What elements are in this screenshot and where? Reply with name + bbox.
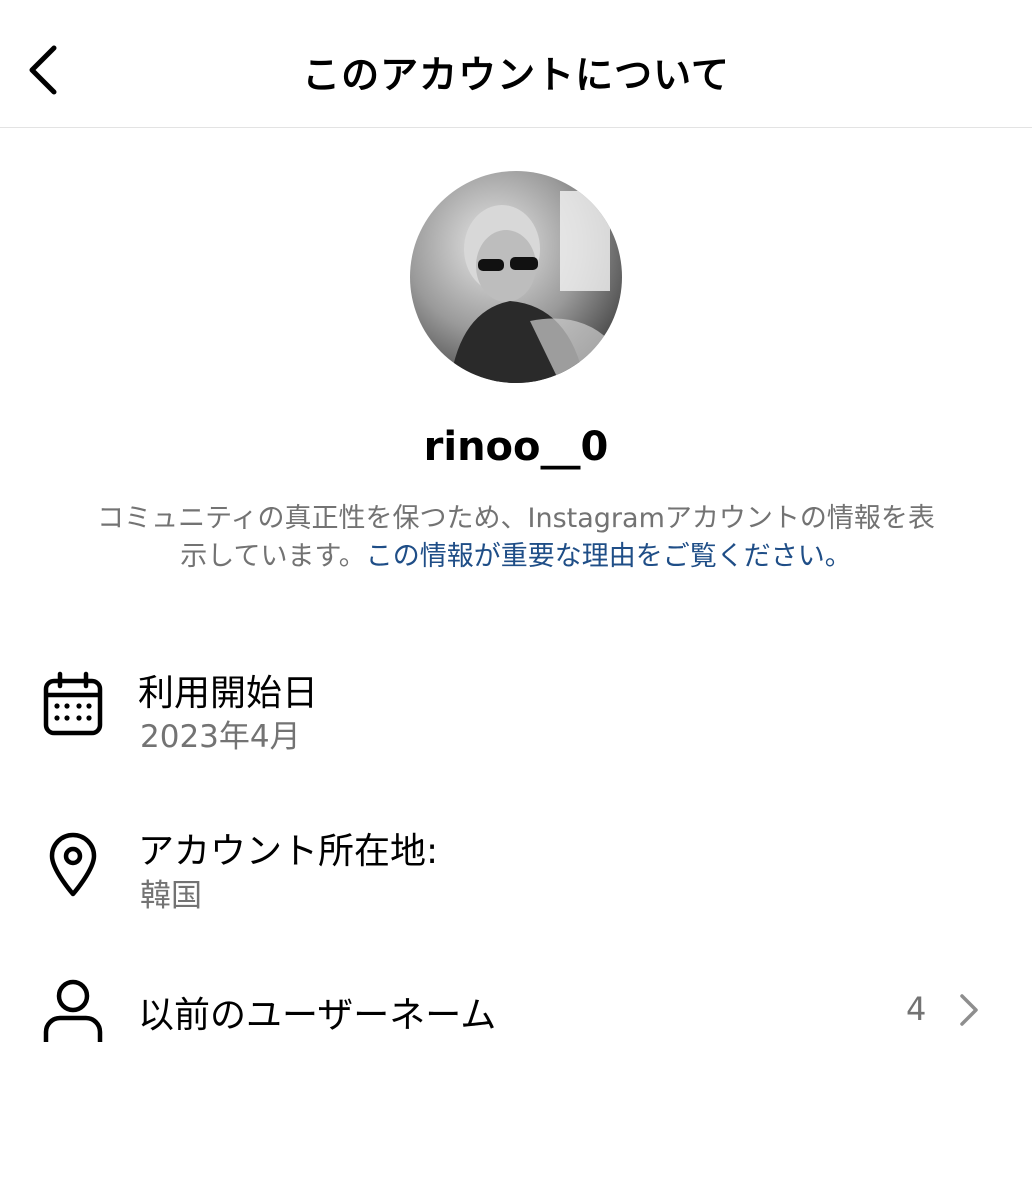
chevron-right-icon [960, 994, 978, 1026]
joined-date-label: 利用開始日 [138, 673, 319, 714]
calendar-icon [38, 669, 108, 739]
former-usernames-label: 以前のユーザーネーム [138, 995, 497, 1036]
person-icon [38, 976, 108, 1046]
top-bar: このアカウントについて [0, 0, 1032, 128]
avatar [410, 171, 622, 383]
joined-date-value: 2023年4月 [140, 719, 301, 755]
account-location-value: 韓国 [140, 878, 202, 914]
page-title: このアカウントについて [302, 53, 730, 97]
username: rinoo__0 [423, 424, 609, 470]
location-pin-icon [38, 830, 108, 900]
former-usernames-count: 4 [906, 990, 927, 1028]
account-location-label: アカウント所在地: [138, 831, 439, 872]
info-description: コミュニティの真正性を保つため、Instagramアカウントの情報を表示していま… [96, 500, 936, 576]
why-important-link[interactable]: この情報が重要な理由をご覧ください。 [366, 541, 852, 572]
